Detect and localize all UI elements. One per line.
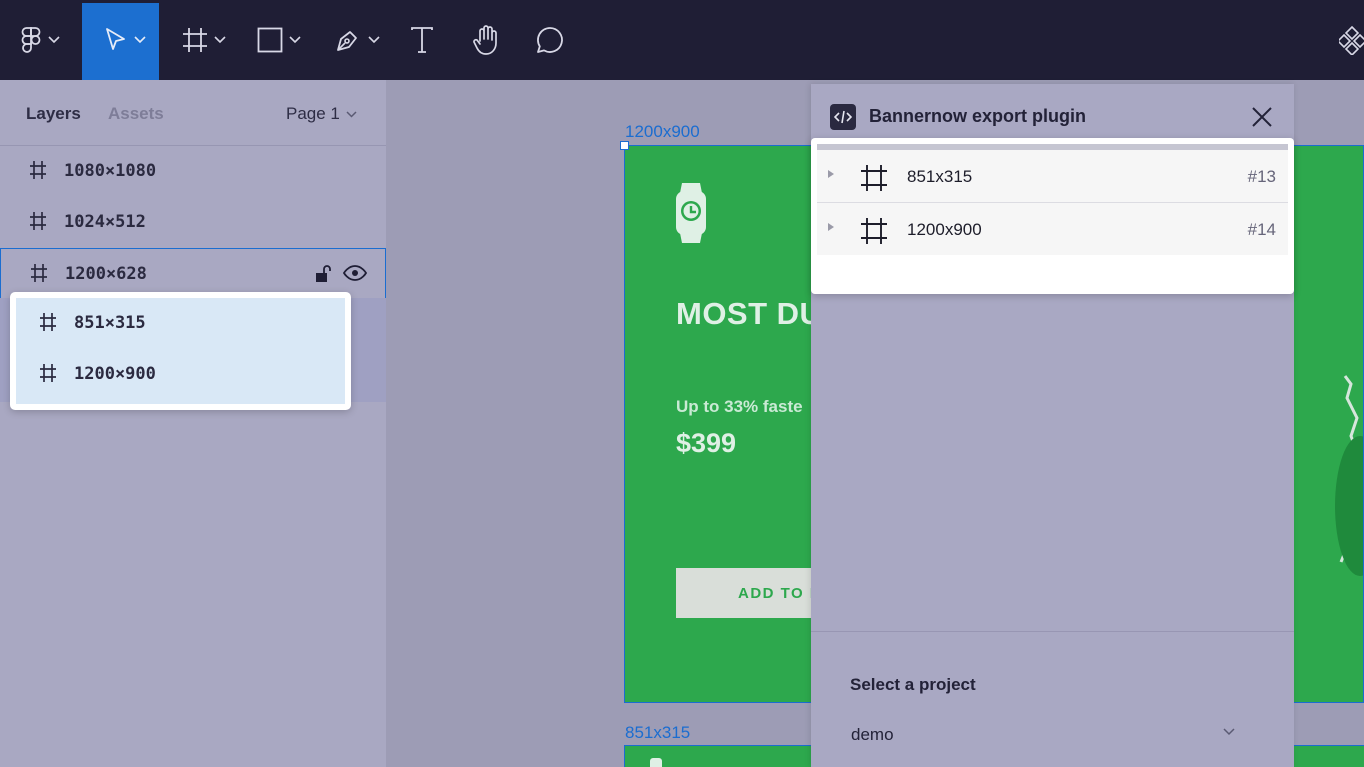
rectangle-tool-icon <box>257 27 283 53</box>
banner-headline: MOST DU <box>676 296 823 331</box>
toolbar <box>0 0 1364 80</box>
page-selector[interactable]: Page 1 <box>286 104 357 124</box>
plugin-title: Bannernow export plugin <box>869 106 1087 126</box>
hand-tool-icon <box>473 25 497 55</box>
layer-row[interactable]: 1024×512 <box>0 197 386 248</box>
layer-name: 851×315 <box>74 313 146 333</box>
layer-row[interactable]: 1200×900 <box>10 349 339 400</box>
frame-name: 1200x900 <box>907 220 982 239</box>
frame-icon <box>30 212 46 230</box>
frame-icon <box>861 165 887 191</box>
move-tool-button[interactable] <box>104 0 146 80</box>
frame-name: 851x315 <box>907 167 973 186</box>
pen-tool-button[interactable] <box>334 0 380 80</box>
layer-row[interactable]: 1080×1080 <box>0 146 386 197</box>
tab-layers[interactable]: Layers <box>26 104 81 124</box>
frame-id: #14 <box>1247 220 1276 239</box>
section-divider <box>811 631 1294 632</box>
frame-icon <box>40 364 56 382</box>
frame-tool-button[interactable] <box>182 0 226 80</box>
layers-panel: Layers Assets Page 1 1080×1080 1024×512 … <box>0 80 386 767</box>
components-button[interactable] <box>1339 0 1364 80</box>
comment-tool-icon <box>537 27 563 53</box>
frame-label[interactable]: 1200x900 <box>625 122 700 142</box>
frame-list-row[interactable]: 851x315 #13 <box>817 150 1288 202</box>
chevron-down-icon <box>289 36 301 44</box>
frame-icon <box>30 161 46 179</box>
frame-icon <box>40 313 56 331</box>
layer-row[interactable]: 851×315 <box>10 298 339 349</box>
drag-preview: 851×315 1200×900 <box>10 292 351 410</box>
comment-tool-button[interactable] <box>535 0 565 80</box>
frame-label[interactable]: 851x315 <box>625 723 690 743</box>
hand-tool-button[interactable] <box>472 0 502 80</box>
layer-name: 1024×512 <box>64 212 146 232</box>
components-icon <box>1339 25 1364 55</box>
splash-graphic <box>1335 375 1363 576</box>
move-pointer-icon <box>106 28 125 50</box>
resize-handle[interactable] <box>620 141 629 150</box>
page-selector-label: Page 1 <box>286 104 340 123</box>
pen-tool-icon <box>337 31 357 51</box>
chevron-down-icon <box>214 36 226 44</box>
caret-right-icon[interactable] <box>827 169 835 179</box>
chevron-down-icon[interactable] <box>1223 728 1235 736</box>
text-tool-button[interactable] <box>410 0 434 80</box>
chevron-down-icon <box>346 110 357 118</box>
frame-id: #13 <box>1247 167 1276 186</box>
close-icon[interactable] <box>1249 104 1275 130</box>
watch-icon <box>650 758 662 767</box>
layer-name: 1200×628 <box>65 264 147 284</box>
layer-name: 1200×900 <box>74 364 156 384</box>
frame-icon <box>861 218 887 244</box>
chevron-down-icon <box>134 36 146 44</box>
layers-panel-header: Layers Assets Page 1 <box>0 80 386 146</box>
shape-tool-button[interactable] <box>257 0 301 80</box>
code-icon <box>830 104 856 130</box>
figma-logo-icon <box>21 27 41 53</box>
tab-assets[interactable]: Assets <box>108 104 164 124</box>
plugin-window: Bannernow export plugin 851x315 #13 1200… <box>811 84 1294 767</box>
frame-icon <box>31 264 47 282</box>
project-select-label: Select a project <box>850 675 976 694</box>
banner-price: $399 <box>676 428 737 458</box>
banner-subline: Up to 33% faste <box>676 397 803 416</box>
watch-icon <box>676 183 706 243</box>
banner-cta-label: ADD TO B <box>738 585 823 602</box>
drag-preview-body: 851×315 1200×900 <box>16 298 345 404</box>
chevron-down-icon <box>368 36 380 44</box>
frame-list-row[interactable]: 1200x900 #14 <box>817 203 1288 255</box>
chevron-down-icon <box>48 36 60 44</box>
unlock-icon[interactable] <box>314 264 332 284</box>
eye-icon[interactable] <box>343 265 367 281</box>
caret-right-icon[interactable] <box>827 222 835 232</box>
layer-name: 1080×1080 <box>64 161 157 181</box>
frames-list: 851x315 #13 1200x900 #14 <box>811 138 1294 294</box>
text-tool-icon <box>411 27 433 53</box>
frame-tool-icon <box>183 28 207 52</box>
project-select[interactable]: demo <box>851 725 894 745</box>
main-menu-button[interactable] <box>20 0 60 80</box>
